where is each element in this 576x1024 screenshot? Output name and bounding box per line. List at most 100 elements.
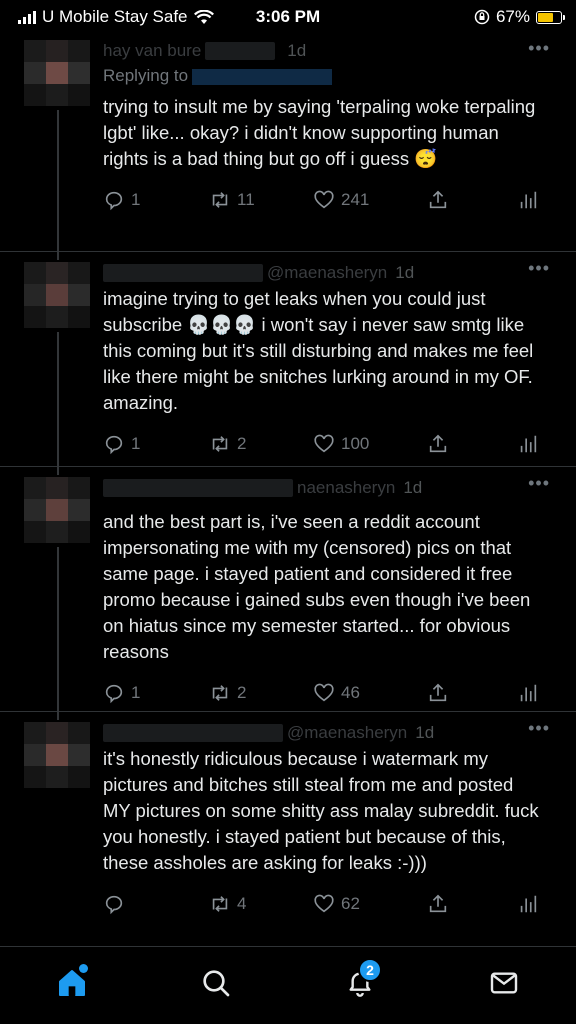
heart-icon bbox=[314, 683, 334, 702]
handle[interactable]: @maenasheryn bbox=[267, 263, 387, 283]
battery-level bbox=[538, 12, 553, 22]
tweet[interactable]: ••• hay van bure 1d Replying to trying t… bbox=[0, 34, 576, 252]
share-icon bbox=[429, 894, 447, 913]
thread-line bbox=[57, 332, 59, 467]
tweet-header: hay van bure 1d bbox=[103, 38, 542, 64]
thread-line bbox=[57, 467, 59, 475]
tweet-header: @maenasheryn 1d bbox=[103, 260, 542, 286]
tweet-time[interactable]: 1d bbox=[415, 723, 434, 743]
reply-icon bbox=[105, 684, 123, 704]
tweet-actions: 4 62 bbox=[103, 886, 542, 922]
new-posts-dot bbox=[79, 963, 88, 973]
battery-percent: 67% bbox=[495, 7, 530, 26]
avatar[interactable] bbox=[24, 262, 90, 328]
reply-button[interactable]: 1 bbox=[103, 433, 209, 455]
bottom-tab-bar: 2 bbox=[0, 946, 576, 1024]
retweet-button[interactable]: 11 bbox=[209, 189, 313, 211]
analytics-button[interactable] bbox=[517, 189, 539, 211]
analytics-button[interactable] bbox=[517, 433, 539, 455]
retweet-icon bbox=[212, 192, 228, 208]
avatar[interactable] bbox=[24, 477, 90, 543]
status-right: 67% bbox=[474, 7, 565, 27]
tweet-header: @maenasheryn 1d bbox=[103, 720, 542, 746]
tweet[interactable]: ••• naenasheryn 1d and the best part is,… bbox=[0, 467, 576, 712]
heart-icon bbox=[314, 190, 334, 209]
status-left: U Mobile Stay Safe bbox=[18, 7, 214, 27]
like-button[interactable]: 46 bbox=[313, 682, 427, 704]
tweet[interactable]: ••• @maenasheryn 1d imagine trying to ge… bbox=[0, 252, 576, 467]
redacted-name bbox=[103, 479, 293, 497]
tab-notifications[interactable]: 2 bbox=[330, 957, 390, 1008]
analytics-button[interactable] bbox=[517, 893, 539, 915]
retweet-count: 2 bbox=[237, 683, 247, 702]
wifi-icon bbox=[193, 9, 214, 24]
tweet-time[interactable]: 1d bbox=[395, 263, 414, 283]
share-icon bbox=[429, 190, 447, 209]
retweet-count: 11 bbox=[237, 190, 255, 209]
search-icon bbox=[203, 969, 230, 996]
reply-count: 1 bbox=[131, 434, 141, 453]
tab-home[interactable] bbox=[42, 958, 102, 1008]
more-options-icon[interactable]: ••• bbox=[528, 718, 550, 739]
more-options-icon[interactable]: ••• bbox=[528, 473, 550, 494]
heart-icon bbox=[314, 894, 334, 913]
retweet-button[interactable]: 2 bbox=[209, 433, 313, 455]
redacted-handle bbox=[205, 42, 276, 60]
thread-line bbox=[57, 712, 59, 720]
reply-button[interactable] bbox=[103, 893, 209, 915]
retweet-button[interactable]: 2 bbox=[209, 682, 313, 704]
tweet-text: trying to insult me by saying 'terpaling… bbox=[103, 96, 541, 169]
more-options-icon[interactable]: ••• bbox=[528, 258, 550, 279]
avatar[interactable] bbox=[24, 722, 90, 788]
retweet-count: 4 bbox=[237, 894, 247, 913]
reply-button[interactable]: 1 bbox=[103, 682, 209, 704]
retweet-icon bbox=[212, 896, 228, 912]
reply-icon bbox=[105, 435, 123, 455]
handle[interactable]: naenasheryn bbox=[297, 478, 395, 498]
share-icon bbox=[429, 434, 447, 453]
retweet-button[interactable]: 4 bbox=[209, 893, 313, 915]
like-button[interactable]: 100 bbox=[313, 433, 427, 455]
display-name[interactable]: hay van bure bbox=[103, 41, 201, 61]
signal-icon bbox=[18, 10, 36, 24]
tweet-actions: 1 2 100 bbox=[103, 426, 542, 462]
redacted-name bbox=[103, 264, 263, 282]
more-options-icon[interactable]: ••• bbox=[528, 38, 550, 59]
thread-line bbox=[57, 110, 59, 252]
tweet-time[interactable]: 1d bbox=[287, 41, 306, 61]
orientation-lock-icon bbox=[474, 9, 490, 25]
thread-line bbox=[57, 252, 59, 260]
share-button[interactable] bbox=[427, 893, 517, 915]
replying-to: Replying to bbox=[103, 66, 542, 86]
share-button[interactable] bbox=[427, 433, 517, 455]
tweet-thread[interactable]: ••• hay van bure 1d Replying to trying t… bbox=[0, 34, 576, 932]
avatar[interactable] bbox=[24, 40, 90, 106]
like-count: 62 bbox=[341, 894, 360, 913]
tweet-text: imagine trying to get leaks when you cou… bbox=[103, 288, 539, 413]
tab-search[interactable] bbox=[186, 958, 246, 1008]
tab-messages[interactable] bbox=[474, 958, 534, 1008]
tweet-actions: 1 2 46 bbox=[103, 675, 542, 711]
share-icon bbox=[429, 683, 447, 702]
tweet-time[interactable]: 1d bbox=[403, 478, 422, 498]
tweet[interactable]: ••• @maenasheryn 1d it's honestly ridicu… bbox=[0, 712, 576, 932]
like-button[interactable]: 241 bbox=[313, 189, 427, 211]
analytics-icon bbox=[520, 191, 537, 209]
reply-button[interactable]: 1 bbox=[103, 189, 209, 211]
tweet-text: and the best part is, i've seen a reddit… bbox=[103, 511, 536, 662]
retweet-icon bbox=[212, 436, 228, 452]
share-button[interactable] bbox=[427, 682, 517, 704]
battery-icon bbox=[536, 10, 565, 24]
share-button[interactable] bbox=[427, 189, 517, 211]
like-button[interactable]: 62 bbox=[313, 893, 427, 915]
carrier-label: U Mobile Stay Safe bbox=[42, 7, 188, 26]
redacted-mention[interactable] bbox=[192, 68, 333, 85]
handle[interactable]: @maenasheryn bbox=[287, 723, 407, 743]
reply-count: 1 bbox=[131, 190, 141, 209]
like-count: 241 bbox=[341, 190, 370, 209]
analytics-icon bbox=[520, 895, 537, 913]
redacted-name bbox=[103, 724, 283, 742]
analytics-button[interactable] bbox=[517, 682, 539, 704]
reply-count: 1 bbox=[131, 683, 141, 702]
retweet-count: 2 bbox=[237, 434, 247, 453]
